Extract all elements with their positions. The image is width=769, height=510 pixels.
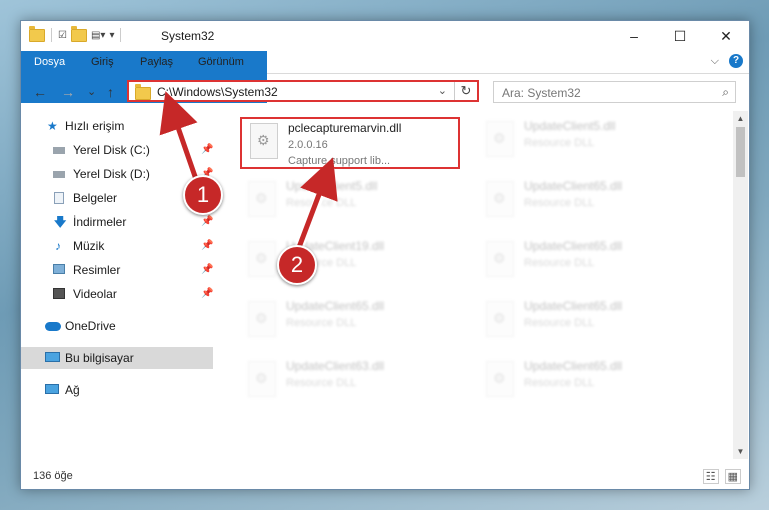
- download-icon: 🡇: [54, 215, 67, 229]
- ribbon-tabs: Dosya Giriş Paylaş Görünüm ⌵ ?: [21, 51, 749, 103]
- maximize-button[interactable]: ☐: [657, 21, 703, 51]
- sidebar-item-local-disk-d[interactable]: Yerel Disk (D:) 📌: [21, 163, 213, 185]
- step-badge-1: 1: [183, 175, 223, 215]
- file-list: pclecapturemarvin.dll 2.0.0.16 Capture s…: [226, 111, 731, 459]
- up-button[interactable]: ↑: [107, 84, 114, 100]
- video-icon: [53, 288, 65, 299]
- folder-icon: [29, 25, 45, 42]
- pin-icon[interactable]: 📌: [201, 283, 213, 305]
- new-folder-icon[interactable]: [70, 25, 87, 42]
- pin-icon[interactable]: 📌: [201, 139, 213, 161]
- scrollbar-thumb[interactable]: [736, 127, 745, 177]
- tab-paylas[interactable]: Paylaş: [140, 51, 173, 73]
- file-item[interactable]: UpdateClient65.dll Resource DLL: [478, 357, 698, 409]
- address-dropdown-icon[interactable]: ⌄: [438, 84, 447, 97]
- sidebar-item-quick-access[interactable]: ★ Hızlı erişim: [21, 115, 213, 137]
- explorer-window: ☑ ▤▾ ▾ System32 – ☐ ✕ Dosya Giriş Paylaş…: [20, 20, 750, 490]
- step-badge-2: 2: [277, 245, 317, 285]
- vertical-scrollbar[interactable]: ▲ ▼: [733, 111, 748, 459]
- close-button[interactable]: ✕: [703, 21, 749, 51]
- drive-icon: [53, 147, 65, 154]
- recent-locations-button[interactable]: ⌄: [87, 85, 96, 98]
- pin-icon[interactable]: 📌: [201, 259, 213, 281]
- sidebar-item-this-pc[interactable]: Bu bilgisayar: [21, 347, 213, 369]
- network-icon: [45, 384, 59, 394]
- details-view-icon[interactable]: ☷: [702, 469, 719, 484]
- file-item[interactable]: UpdateClient63.dll Resource DLL: [240, 357, 460, 409]
- item-count: 136 öğe: [33, 470, 73, 482]
- file-item[interactable]: UpdateClient65.dll Resource DLL: [478, 297, 698, 349]
- folder-icon: [135, 84, 151, 100]
- quick-access-toolbar: ☑ ▤▾ ▾: [29, 25, 123, 42]
- file-item-pclecapturemarvin[interactable]: pclecapturemarvin.dll 2.0.0.16 Capture s…: [240, 117, 460, 169]
- dll-file-icon: [248, 361, 276, 397]
- music-icon: ♪: [55, 239, 61, 253]
- search-placeholder: Ara: System32: [502, 86, 581, 100]
- status-bar: 136 öğe ☷ ▦: [21, 467, 749, 487]
- dll-file-icon: [486, 181, 514, 217]
- properties-icon[interactable]: ☑: [58, 30, 67, 41]
- file-item[interactable]: UpdateClient65.dll Resource DLL: [478, 177, 698, 229]
- dll-file-icon: [486, 121, 514, 157]
- title-bar: ☑ ▤▾ ▾ System32 – ☐ ✕: [21, 21, 749, 51]
- sidebar-item-videos[interactable]: Videolar 📌: [21, 283, 213, 305]
- computer-icon: [45, 352, 60, 362]
- document-icon: [54, 192, 64, 204]
- pin-icon[interactable]: 📌: [201, 235, 213, 257]
- refresh-button[interactable]: ↻: [454, 82, 477, 100]
- tab-gorunum[interactable]: Görünüm: [198, 51, 244, 73]
- dll-file-icon: [248, 301, 276, 337]
- dll-file-icon: [250, 123, 278, 159]
- pictures-icon: [53, 264, 65, 274]
- address-bar[interactable]: C:\Windows\System32 ⌄ ↻: [127, 80, 479, 102]
- search-icon: ⌕: [722, 85, 729, 99]
- back-button[interactable]: ←: [33, 84, 47, 100]
- minimize-button[interactable]: –: [611, 21, 657, 51]
- navigation-bar: ← → ⌄ ↑ C:\Windows\System32 ⌄ ↻ Ara: Sys…: [21, 74, 749, 110]
- file-item[interactable]: UpdateClient19.dll Resource DLL: [240, 237, 460, 289]
- scroll-up-icon[interactable]: ▲: [733, 111, 748, 126]
- file-item[interactable]: UpdateClient65.dll Resource DLL: [478, 237, 698, 289]
- dll-file-icon: [486, 361, 514, 397]
- sidebar-item-network[interactable]: Ağ: [21, 379, 213, 401]
- search-input[interactable]: Ara: System32 ⌕: [493, 81, 736, 103]
- sidebar-item-local-disk-c[interactable]: Yerel Disk (C:) 📌: [21, 139, 213, 161]
- file-item[interactable]: UpdateClient5.dll Resource DLL: [240, 177, 460, 229]
- scroll-down-icon[interactable]: ▼: [733, 444, 748, 459]
- help-icon[interactable]: ?: [729, 54, 743, 68]
- tiles-view-icon[interactable]: ▦: [724, 469, 741, 484]
- customize-icon[interactable]: ▤▾: [91, 30, 105, 41]
- navigation-pane: ★ Hızlı erişim Yerel Disk (C:) 📌 Yerel D…: [21, 111, 213, 459]
- star-icon: ★: [47, 119, 58, 133]
- drive-icon: [53, 171, 65, 178]
- expand-ribbon-icon[interactable]: ⌵: [711, 55, 719, 68]
- customize-toolbar-dropdown[interactable]: ▾: [109, 30, 114, 41]
- sidebar-item-downloads[interactable]: 🡇 İndirmeler 📌: [21, 211, 213, 233]
- dll-file-icon: [486, 301, 514, 337]
- sidebar-item-pictures[interactable]: Resimler 📌: [21, 259, 213, 281]
- dll-file-icon: [248, 241, 276, 277]
- file-item[interactable]: UpdateClient5.dll Resource DLL: [478, 117, 698, 169]
- dll-file-icon: [486, 241, 514, 277]
- cloud-icon: [45, 322, 61, 331]
- sidebar-item-music[interactable]: ♪ Müzik 📌: [21, 235, 213, 257]
- dll-file-icon: [248, 181, 276, 217]
- address-path[interactable]: C:\Windows\System32: [157, 85, 278, 99]
- forward-button[interactable]: →: [61, 84, 75, 100]
- file-item[interactable]: UpdateClient65.dll Resource DLL: [240, 297, 460, 349]
- window-title: System32: [161, 29, 215, 43]
- sidebar-item-onedrive[interactable]: OneDrive: [21, 315, 213, 337]
- tab-giris[interactable]: Giriş: [91, 51, 114, 73]
